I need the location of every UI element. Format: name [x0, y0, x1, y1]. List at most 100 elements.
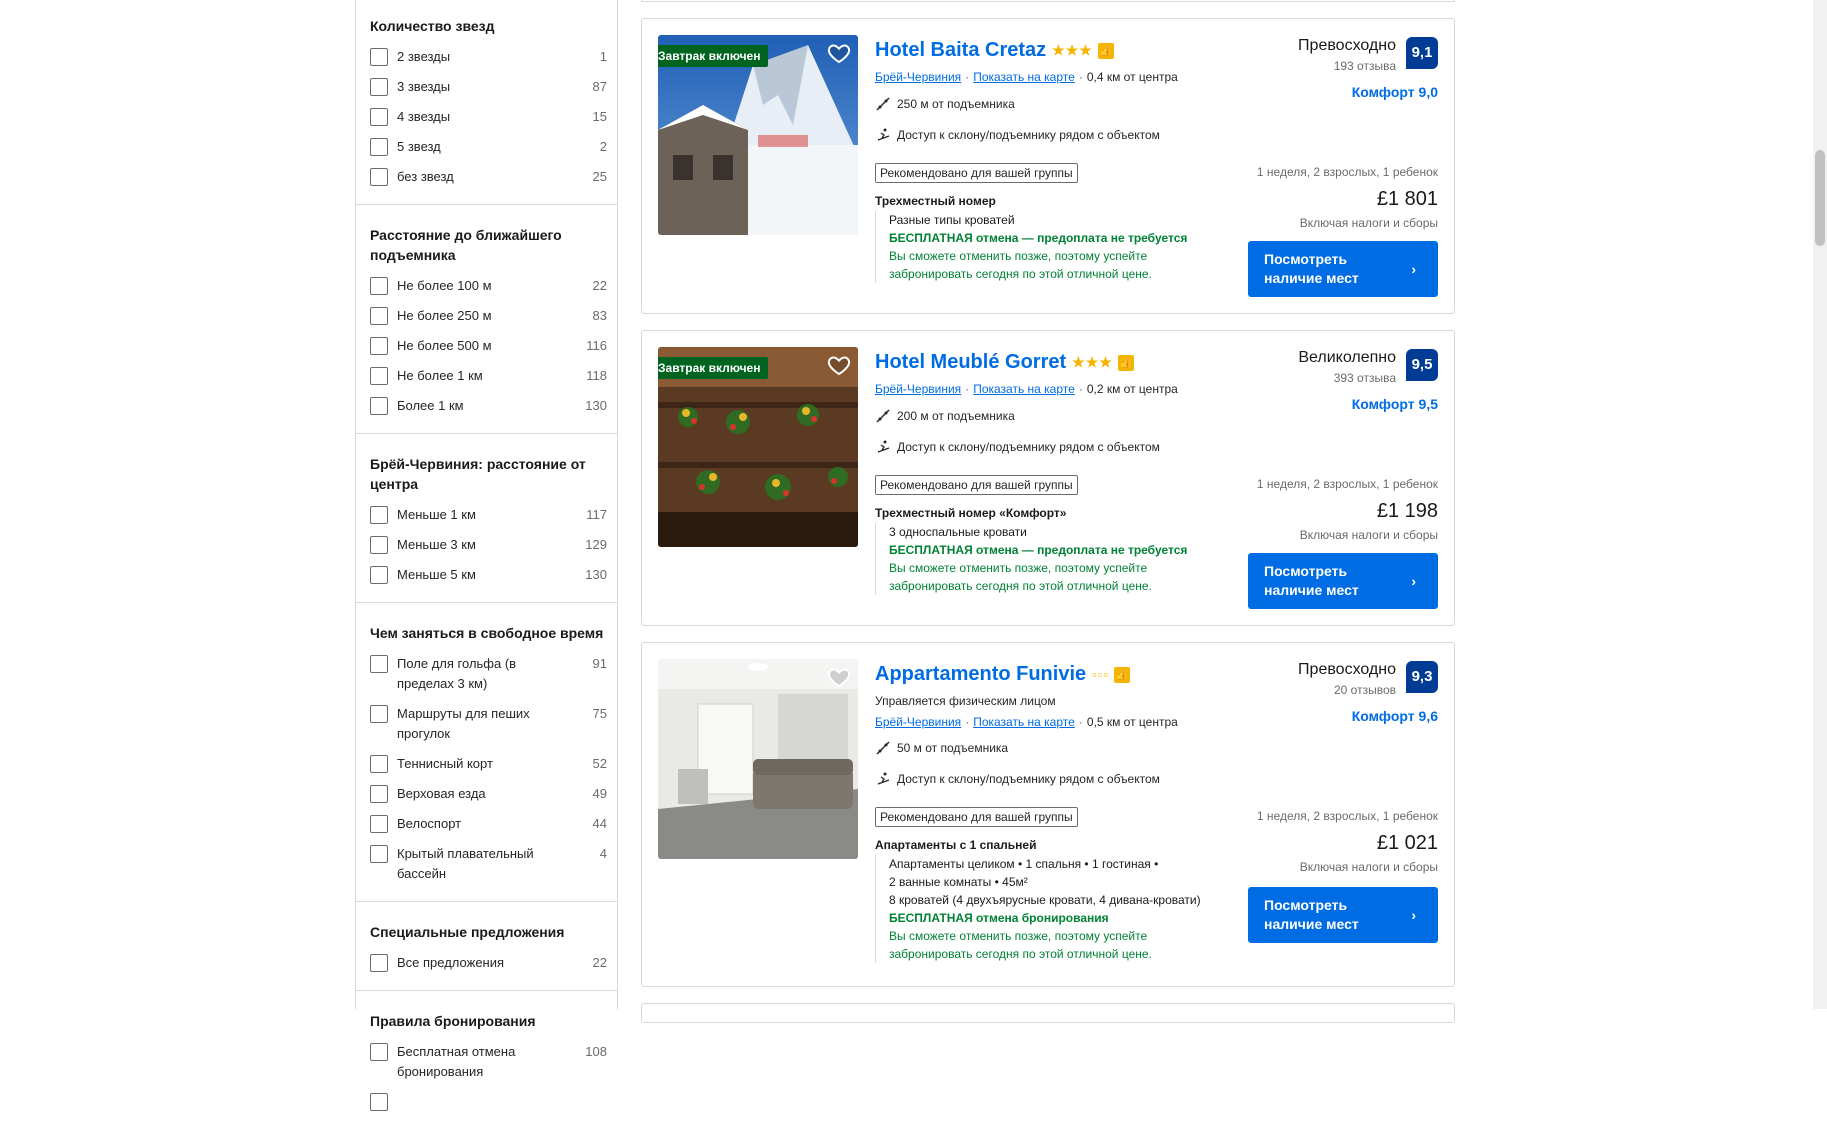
ski-access-text: Доступ к склону/подъемнику рядом с объек… — [897, 440, 1160, 454]
filter-option[interactable]: Все предложения 22 — [370, 948, 607, 978]
filter-title: Правила бронирования — [370, 1013, 536, 1029]
filter-label: Крытый плавательный бассейн — [397, 846, 534, 881]
heart-icon[interactable] — [827, 665, 851, 689]
checkbox[interactable] — [370, 785, 388, 803]
checkbox[interactable] — [370, 954, 388, 972]
town-link[interactable]: Брёй-Червиния — [875, 70, 961, 84]
filter-option[interactable]: Не более 100 м 22 — [370, 271, 607, 301]
checkbox[interactable] — [370, 277, 388, 295]
free-cancellation: БЕСПЛАТНАЯ отмена — предоплата не требуе… — [889, 543, 1188, 557]
heart-icon[interactable] — [827, 353, 851, 377]
see-availability-button[interactable]: Посмотреть наличие мест › — [1248, 553, 1438, 609]
checkbox[interactable] — [370, 108, 388, 126]
property-name[interactable]: Appartamento Funivie ▫▫▫ 👍 — [875, 663, 1130, 686]
filter-option[interactable]: Велоспорт 44 — [370, 809, 607, 839]
filter-count: 130 — [585, 398, 607, 413]
see-availability-button[interactable]: Посмотреть наличие мест › — [1248, 241, 1438, 297]
filter-option[interactable]: 2 звезды 1 — [370, 42, 607, 72]
checkbox[interactable] — [370, 337, 388, 355]
review-count: 193 отзыва — [1333, 59, 1396, 73]
property-card[interactable]: Завтрак включен Hotel Baita Cretaz ★★★ 👍 Б… — [641, 18, 1455, 314]
filter-option[interactable]: без звезд 25 — [370, 162, 607, 192]
star-rating: ★★★ — [1052, 42, 1093, 58]
room-type: Апартаменты с 1 спальней — [875, 838, 1037, 852]
checkbox[interactable] — [370, 655, 388, 673]
filter-count: 1 — [599, 49, 607, 64]
town-link[interactable]: Брёй-Червиния — [875, 382, 961, 396]
filter-option[interactable]: Меньше 1 км 117 — [370, 500, 607, 530]
ski-access-text: Доступ к склону/подъемнику рядом с объек… — [897, 772, 1160, 786]
filter-option[interactable]: Теннисный корт 52 — [370, 749, 607, 779]
price: £1 021 — [1376, 832, 1438, 854]
filter-group-center-distance: Брёй-Червиния: расстояние от центра Мень… — [356, 434, 617, 603]
lift-distance-text: 250 м от подъемника — [897, 97, 1015, 111]
property-name-text[interactable]: Appartamento Funivie — [875, 663, 1086, 686]
review-score-badge[interactable]: 9,3 — [1406, 661, 1438, 693]
page-scrollbar[interactable] — [1813, 0, 1827, 1009]
review-score-word[interactable]: Превосходно — [1298, 37, 1396, 55]
ski-access-text: Доступ к склону/подъемнику рядом с объек… — [897, 128, 1160, 142]
checkbox[interactable] — [370, 845, 388, 863]
checkbox[interactable] — [370, 307, 388, 325]
review-score-badge[interactable]: 9,5 — [1406, 349, 1438, 381]
bed-info: 8 кроватей (4 двухъярусные кровати, 4 ди… — [889, 893, 1201, 907]
next-card-edge — [641, 1003, 1455, 1023]
filter-count: 22 — [592, 278, 607, 293]
checkbox[interactable] — [370, 367, 388, 385]
filter-option[interactable]: Более 1 км 130 — [370, 391, 607, 421]
filter-option[interactable]: Бесплатная отмена бронирования 108 — [370, 1037, 607, 1087]
property-photo[interactable]: Завтрак включен — [658, 347, 858, 547]
scrollbar-thumb[interactable] — [1815, 150, 1825, 246]
checkbox[interactable] — [370, 1043, 388, 1061]
town-link[interactable]: Брёй-Червиния — [875, 715, 961, 729]
filter-option[interactable]: 3 звезды 87 — [370, 72, 607, 102]
filter-option[interactable]: Не более 250 м 83 — [370, 301, 607, 331]
checkbox[interactable] — [370, 815, 388, 833]
see-availability-button[interactable]: Посмотреть наличие мест › — [1248, 887, 1438, 943]
filter-option[interactable]: 4 звезды 15 — [370, 102, 607, 132]
price: £1 198 — [1376, 500, 1438, 522]
checkbox[interactable] — [370, 506, 388, 524]
filter-count: 91 — [592, 656, 607, 671]
show-on-map-link[interactable]: Показать на карте — [973, 382, 1075, 396]
checkbox[interactable] — [370, 705, 388, 723]
price: £1 801 — [1376, 188, 1438, 210]
checkbox[interactable] — [370, 566, 388, 584]
filter-option[interactable] — [370, 1087, 607, 1116]
filter-option[interactable]: Не более 500 м 116 — [370, 331, 607, 361]
property-name-text[interactable]: Hotel Meublé Gorret — [875, 351, 1066, 374]
checkbox[interactable] — [370, 48, 388, 66]
property-card[interactable]: Appartamento Funivie ▫▫▫ 👍 Управляется физ… — [641, 642, 1455, 987]
filter-option[interactable]: Меньше 5 км 130 — [370, 560, 607, 590]
filter-option[interactable]: Меньше 3 км 129 — [370, 530, 607, 560]
checkbox[interactable] — [370, 536, 388, 554]
property-name-text[interactable]: Hotel Baita Cretaz — [875, 39, 1046, 62]
review-score-word[interactable]: Превосходно — [1298, 661, 1396, 679]
filter-option[interactable]: Маршруты для пеших прогулок 75 — [370, 699, 607, 749]
checkbox[interactable] — [370, 1093, 388, 1111]
checkbox[interactable] — [370, 168, 388, 186]
review-score-word[interactable]: Великолепно — [1298, 349, 1396, 367]
filter-option[interactable]: Поле для гольфа (в пределах 3 км) 91 — [370, 649, 607, 699]
property-card[interactable]: Завтрак включен Hotel Meublé Gorret ★★★ 👍 … — [641, 330, 1455, 626]
property-name[interactable]: Hotel Meublé Gorret ★★★ 👍 — [875, 351, 1134, 374]
filter-option[interactable]: Не более 1 км 118 — [370, 361, 607, 391]
show-on-map-link[interactable]: Показать на карте — [973, 715, 1075, 729]
checkbox[interactable] — [370, 78, 388, 96]
checkbox[interactable] — [370, 755, 388, 773]
property-photo[interactable] — [658, 659, 858, 859]
review-score-badge[interactable]: 9,1 — [1406, 37, 1438, 69]
breakfast-badge: Завтрак включен — [658, 357, 769, 379]
filter-option[interactable]: Верховая езда 49 — [370, 779, 607, 809]
filter-label: Маршруты для пеших прогулок — [397, 706, 530, 741]
property-photo[interactable]: Завтрак включен — [658, 35, 858, 235]
property-name[interactable]: Hotel Baita Cretaz ★★★ 👍 — [875, 39, 1114, 62]
heart-icon[interactable] — [827, 41, 851, 65]
checkbox[interactable] — [370, 397, 388, 415]
filter-option[interactable]: Крытый плавательный бассейн 4 — [370, 839, 607, 889]
filter-count: 2 — [599, 139, 607, 154]
show-on-map-link[interactable]: Показать на карте — [973, 70, 1075, 84]
checkbox[interactable] — [370, 138, 388, 156]
skier-icon — [877, 128, 890, 141]
filter-option[interactable]: 5 звезд 2 — [370, 132, 607, 162]
